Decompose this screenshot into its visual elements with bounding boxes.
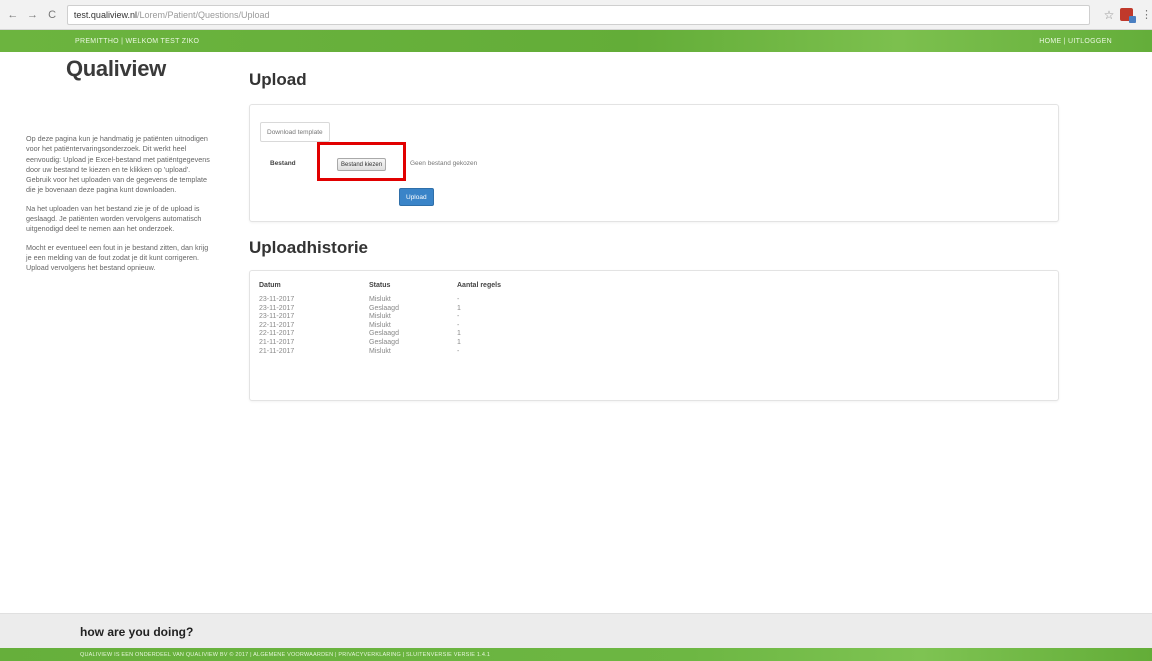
table-row: 22-11-2017 Mislukt - xyxy=(259,322,577,331)
top-navigation-bar: PREMITTHO | WELKOM TEST ZIKO HOME | UITL… xyxy=(0,30,1152,52)
cell-count: - xyxy=(457,313,460,321)
bottom-bar-text[interactable]: QUALIVIEW IS EEN ONDERDEEL VAN QUALIVIEW… xyxy=(80,652,490,658)
browser-menu-icon[interactable]: ⋮ xyxy=(1141,8,1152,21)
download-template-button[interactable]: Download template xyxy=(260,122,330,142)
history-panel: Datum Status Aantal regels 23-11-2017 Mi… xyxy=(249,270,1059,401)
back-icon[interactable]: ← xyxy=(6,8,20,22)
file-label: Bestand xyxy=(270,160,296,167)
top-nav-links[interactable]: HOME | UITLOGGEN xyxy=(1039,38,1112,45)
intro-text: Op deze pagina kun je handmatig je patië… xyxy=(26,134,211,274)
cell-count: - xyxy=(457,321,460,329)
cell-count: 1 xyxy=(457,330,461,338)
cell-date: 23-11-2017 xyxy=(259,304,295,312)
extension-icon[interactable] xyxy=(1120,8,1136,23)
cell-status: Mislukt xyxy=(369,347,391,355)
table-row: 21-11-2017 Mislukt - xyxy=(259,348,577,357)
table-row: 21-11-2017 Geslaagd 1 xyxy=(259,339,577,348)
intro-paragraph: Na het uploaden van het bestand zie je o… xyxy=(26,203,202,234)
cell-status: Geslaagd xyxy=(369,330,399,338)
table-row: 22-11-2017 Geslaagd 1 xyxy=(259,330,577,339)
bottom-bar: QUALIVIEW IS EEN ONDERDEEL VAN QUALIVIEW… xyxy=(0,648,1152,661)
table-header-row: Datum Status Aantal regels xyxy=(259,282,577,296)
table-row: 23-11-2017 Geslaagd 1 xyxy=(259,305,577,314)
cell-status: Mislukt xyxy=(369,313,391,321)
cell-date: 21-11-2017 xyxy=(259,338,295,346)
cell-count: 1 xyxy=(457,338,461,346)
cell-count: 1 xyxy=(457,304,461,312)
address-bar[interactable]: test.qualiview.nl /Lorem/Patient/Questio… xyxy=(66,4,1090,25)
file-status-text: Geen bestand gekozen xyxy=(410,160,478,167)
footer-tagline: how are you doing? xyxy=(80,625,194,639)
cell-count: - xyxy=(457,347,460,355)
qualiview-logo[interactable]: Qualiview xyxy=(26,56,236,82)
main-content: Upload Download template Bestand Bestand… xyxy=(249,70,1059,401)
history-table: Datum Status Aantal regels 23-11-2017 Mi… xyxy=(259,282,577,356)
sidebar: Qualiview Op deze pagina kun je handmati… xyxy=(26,56,236,282)
url-host: test.qualiview.nl xyxy=(73,9,137,20)
cell-count: - xyxy=(457,296,460,303)
top-nav-welcome[interactable]: PREMITTHO | WELKOM TEST ZIKO xyxy=(75,38,199,45)
column-header-aantal-regels: Aantal regels xyxy=(457,282,501,289)
bookmark-star-icon[interactable]: ☆ xyxy=(1104,8,1115,22)
table-row: 23-11-2017 Mislukt - xyxy=(259,296,577,305)
cell-date: 23-11-2017 xyxy=(259,296,295,303)
forward-icon[interactable]: → xyxy=(26,8,40,22)
page-title: Upload xyxy=(249,70,307,89)
column-header-status: Status xyxy=(369,282,391,289)
cell-date: 22-11-2017 xyxy=(259,330,295,338)
intro-paragraph: Op deze pagina kun je handmatig je patië… xyxy=(26,134,210,195)
footer: how are you doing? xyxy=(0,613,1152,648)
cell-status: Geslaagd xyxy=(369,338,399,346)
cell-status: Geslaagd xyxy=(369,304,399,312)
cell-status: Mislukt xyxy=(369,296,391,303)
column-header-datum: Datum xyxy=(259,282,281,289)
browser-toolbar: ← → C test.qualiview.nl /Lorem/Patient/Q… xyxy=(0,0,1152,30)
upload-button[interactable]: Upload xyxy=(399,188,434,206)
cell-status: Mislukt xyxy=(369,321,391,329)
table-row: 23-11-2017 Mislukt - xyxy=(259,313,577,322)
upload-panel: Download template Bestand Bestand kiezen… xyxy=(249,104,1059,222)
cell-date: 21-11-2017 xyxy=(259,347,295,355)
red-highlight-box xyxy=(317,142,406,181)
url-path: /Lorem/Patient/Questions/Upload xyxy=(136,9,270,20)
reload-icon[interactable]: C xyxy=(45,8,59,22)
intro-paragraph: Mocht er eventueel een fout in je bestan… xyxy=(26,242,209,273)
cell-date: 22-11-2017 xyxy=(259,321,295,329)
history-title: Uploadhistorie xyxy=(249,238,369,257)
cell-date: 23-11-2017 xyxy=(259,313,295,321)
